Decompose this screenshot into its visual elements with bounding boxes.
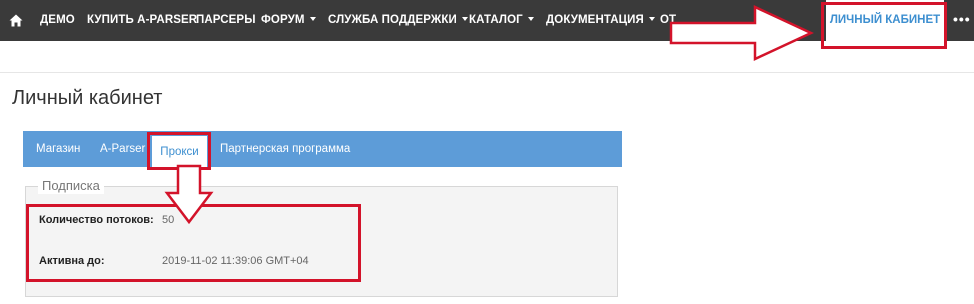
annotation-arrows: [164, 5, 814, 225]
arrow-down-icon: [164, 164, 214, 225]
arrow-right-icon: [669, 5, 814, 61]
